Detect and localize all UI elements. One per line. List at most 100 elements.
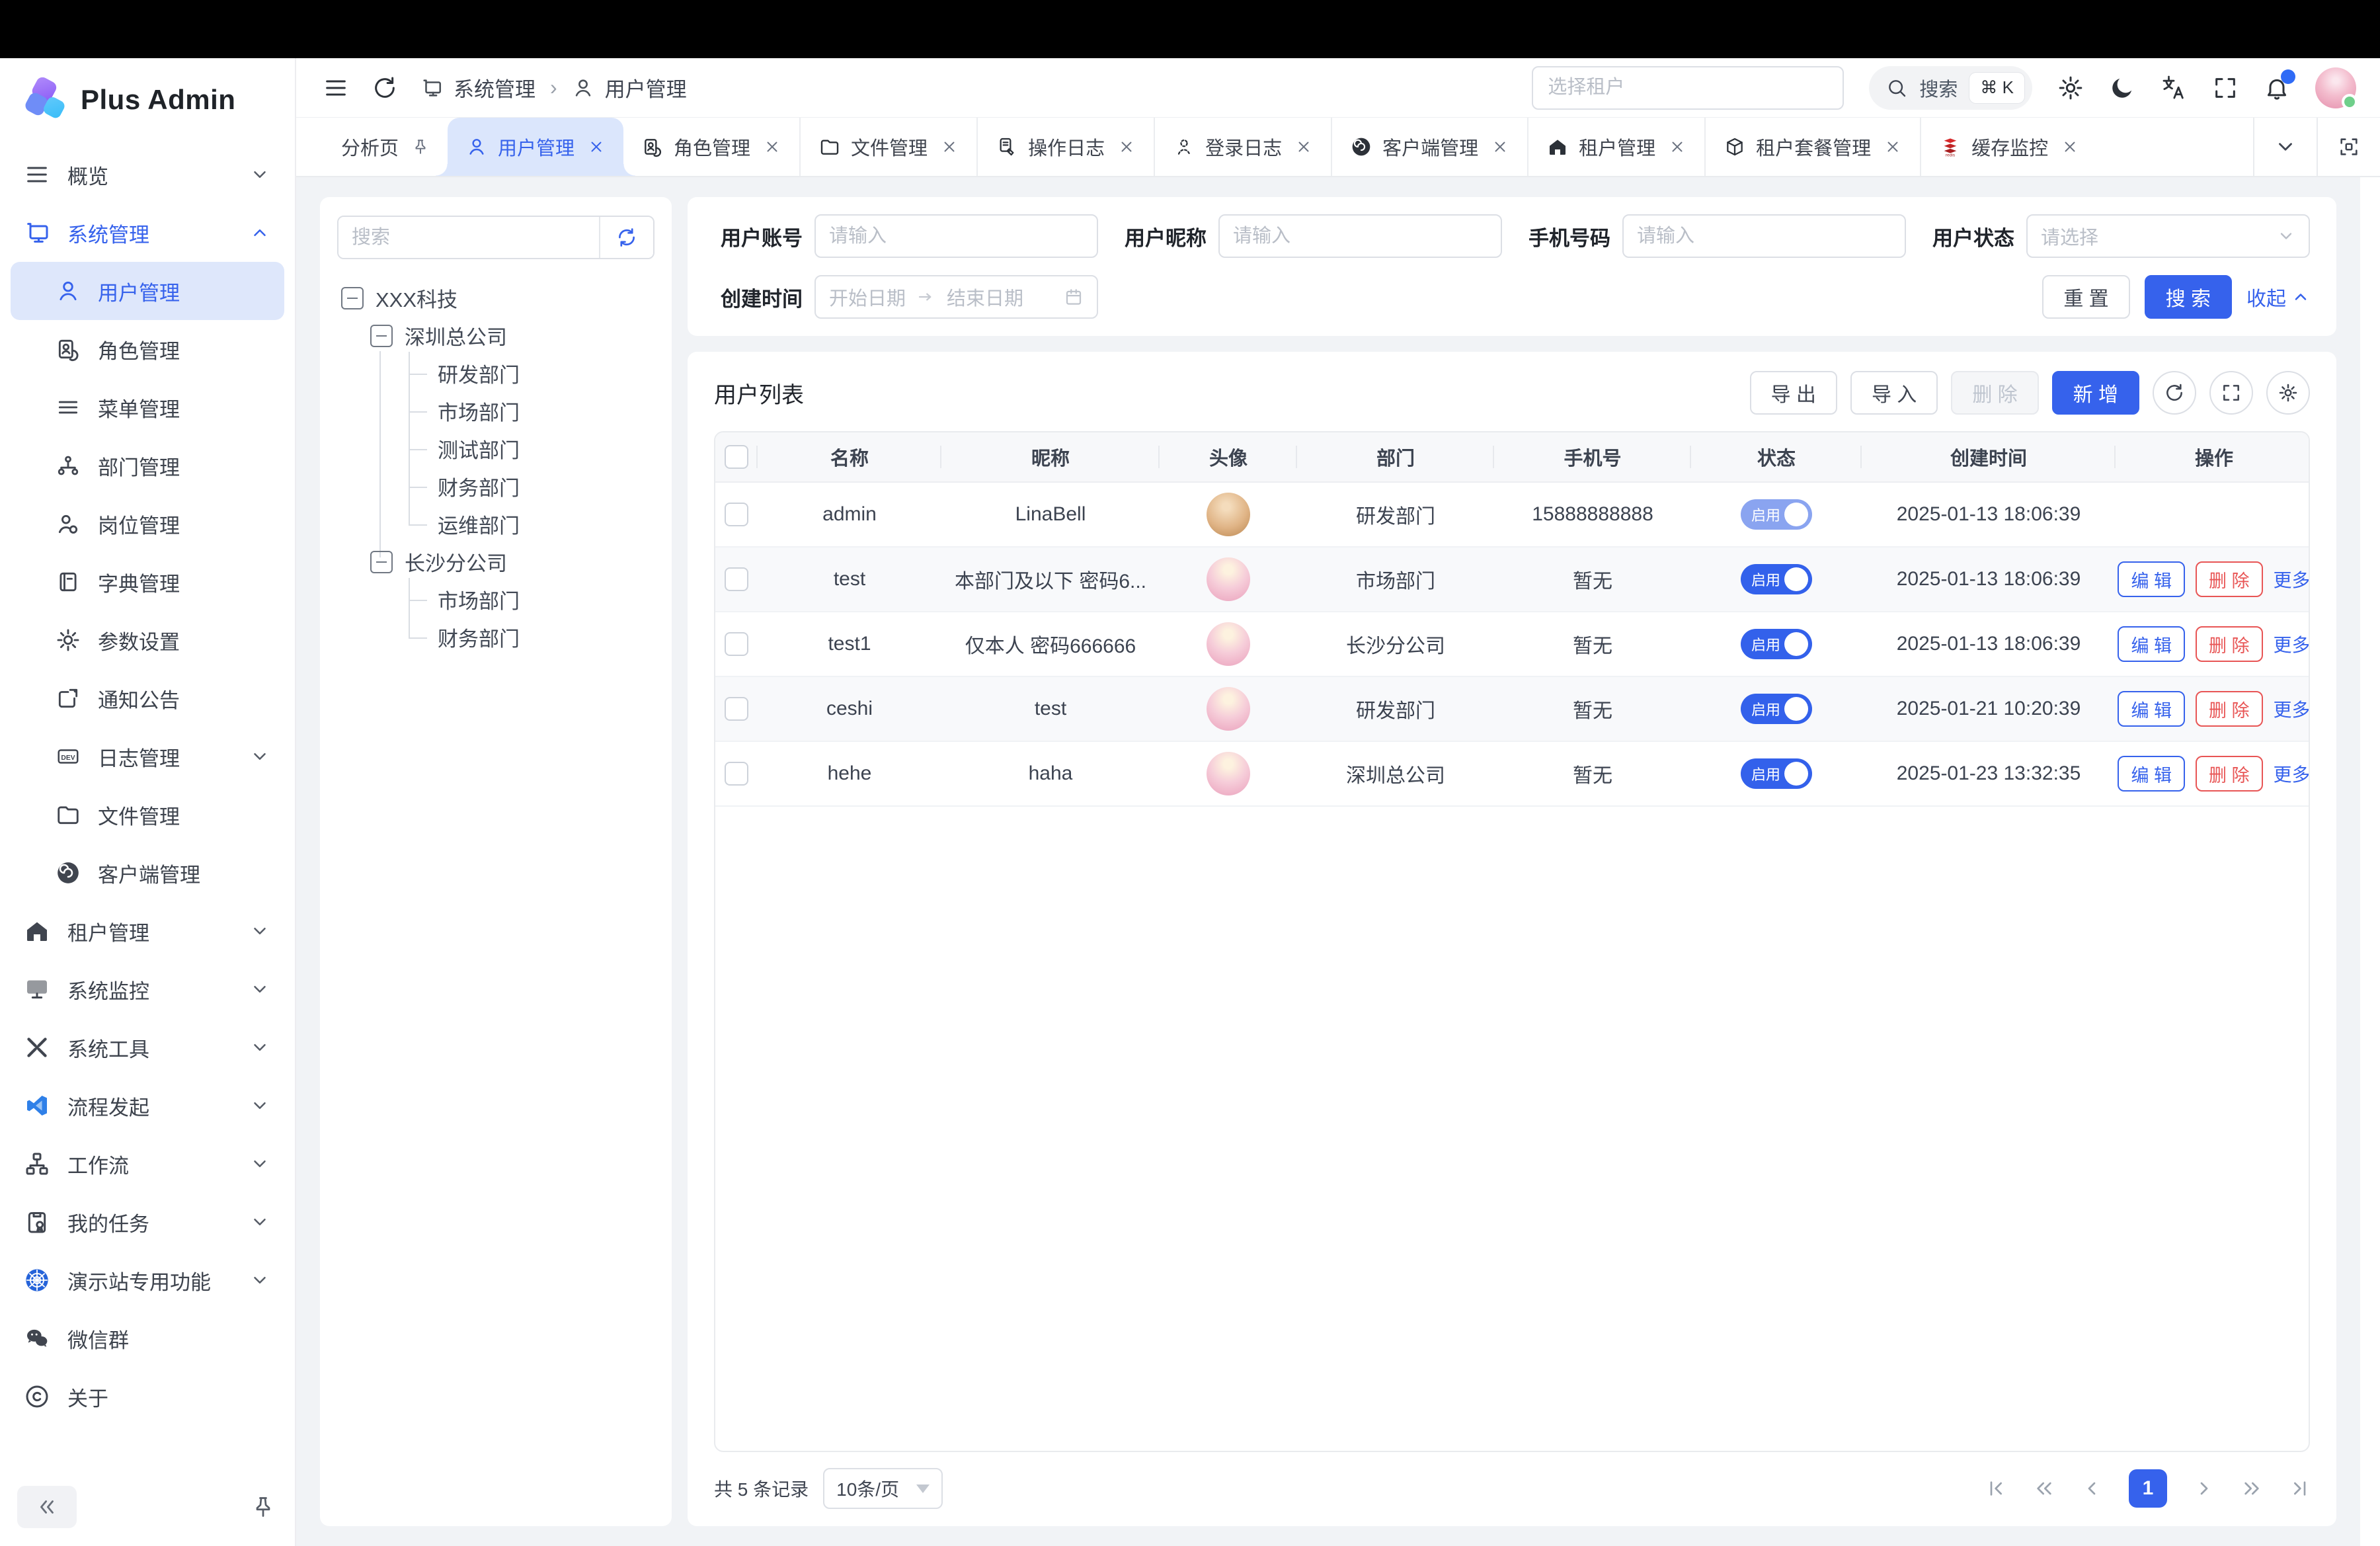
close-icon[interactable]: [2061, 138, 2079, 155]
sidebar-item-tenant-management[interactable]: 租户管理: [11, 902, 284, 960]
sidebar-item-role-management[interactable]: 角色管理: [11, 320, 284, 378]
close-icon[interactable]: [1884, 138, 1901, 155]
collapse-filter-link[interactable]: 收起: [2246, 282, 2310, 311]
tree-node-finance-dept[interactable]: 财务部门: [337, 468, 654, 505]
first-page-button[interactable]: [1986, 1478, 2007, 1499]
sidebar-item-param-settings[interactable]: 参数设置: [11, 611, 284, 669]
close-icon[interactable]: [764, 138, 781, 155]
tab-analysis[interactable]: 分析页: [323, 118, 448, 176]
close-icon[interactable]: [1491, 138, 1509, 155]
tab-role-management[interactable]: 角色管理: [623, 118, 801, 176]
sidebar-item-dept-management[interactable]: 部门管理: [11, 436, 284, 495]
more-button[interactable]: 更多: [2274, 631, 2311, 657]
delete-row-button[interactable]: 删 除: [2196, 561, 2263, 597]
sidebar-collapse-button[interactable]: [17, 1486, 77, 1528]
tree-node-market-dept[interactable]: 市场部门: [337, 392, 654, 430]
status-toggle[interactable]: 启用: [1741, 499, 1812, 530]
sidebar-item-file-management[interactable]: 文件管理: [11, 786, 284, 844]
reset-button[interactable]: 重 置: [2042, 275, 2129, 319]
sidebar-item-dict-management[interactable]: 字典管理: [11, 553, 284, 611]
tab-login-log[interactable]: 登录日志: [1155, 118, 1332, 176]
tree-collapse-icon[interactable]: [370, 551, 393, 573]
tree-node-ops-dept[interactable]: 运维部门: [337, 505, 654, 543]
close-icon[interactable]: [1669, 138, 1686, 155]
sidebar-item-workflow[interactable]: 工作流: [11, 1135, 284, 1193]
sidebar-item-my-tasks[interactable]: 我的任务: [11, 1193, 284, 1251]
tree-node-cs-market-dept[interactable]: 市场部门: [337, 581, 654, 618]
tab-tenant-package-management[interactable]: 租户套餐管理: [1706, 118, 1921, 176]
tabs-dropdown-button[interactable]: [2253, 118, 2317, 176]
last-page-button[interactable]: [2289, 1478, 2310, 1499]
sidebar-item-system-management[interactable]: 系统管理: [11, 204, 284, 262]
sidebar-item-about[interactable]: 关于: [11, 1367, 284, 1426]
row-checkbox[interactable]: [725, 503, 748, 526]
tree-node-test-dept[interactable]: 测试部门: [337, 430, 654, 468]
delete-button[interactable]: 删 除: [1951, 371, 2038, 415]
sidebar-item-post-management[interactable]: 岗位管理: [11, 495, 284, 553]
translate-icon[interactable]: [2161, 75, 2187, 101]
add-button[interactable]: 新 增: [2052, 371, 2139, 415]
sidebar-item-user-management[interactable]: 用户管理: [11, 262, 284, 320]
date-range-picker[interactable]: 开始日期 结束日期: [814, 275, 1098, 319]
fullscreen-icon[interactable]: [2212, 75, 2239, 101]
close-icon[interactable]: [941, 138, 958, 155]
row-checkbox[interactable]: [725, 567, 748, 591]
export-button[interactable]: 导 出: [1750, 371, 1837, 415]
more-button[interactable]: 更多: [2274, 566, 2311, 592]
global-search-button[interactable]: 搜索 ⌘ K: [1869, 66, 2032, 110]
tab-cache-monitor[interactable]: redis 缓存监控: [1921, 118, 2097, 176]
pin-icon[interactable]: [251, 1495, 275, 1519]
delete-row-button[interactable]: 删 除: [2196, 626, 2263, 662]
tree-node-changsha-branch[interactable]: 长沙分公司: [337, 543, 654, 581]
breadcrumb-item[interactable]: 系统管理: [454, 73, 536, 102]
page-size-select[interactable]: 10条/页: [823, 1468, 943, 1509]
edit-button[interactable]: 编 辑: [2118, 561, 2185, 597]
search-button[interactable]: 搜 索: [2145, 275, 2232, 319]
sidebar-item-notice[interactable]: 通知公告: [11, 669, 284, 727]
forward-5-pages-button[interactable]: [2241, 1478, 2262, 1499]
more-button[interactable]: 更多: [2274, 696, 2311, 722]
delete-row-button[interactable]: 删 除: [2196, 691, 2263, 727]
tree-search-input[interactable]: [338, 217, 599, 258]
status-toggle[interactable]: 启用: [1741, 564, 1812, 594]
sidebar-item-wechat-group[interactable]: 微信群: [11, 1309, 284, 1367]
tab-operation-log[interactable]: 操作日志: [978, 118, 1155, 176]
close-icon[interactable]: [1295, 138, 1312, 155]
tenant-select-input[interactable]: [1532, 66, 1844, 110]
content-fullscreen-button[interactable]: [2317, 118, 2380, 176]
tab-user-management[interactable]: 用户管理: [448, 118, 623, 176]
next-page-button[interactable]: [2194, 1478, 2215, 1499]
pin-icon[interactable]: [412, 138, 429, 155]
account-input[interactable]: [829, 225, 1084, 247]
scrollbar-gutter[interactable]: [2360, 177, 2380, 1546]
tree-refresh-button[interactable]: [599, 217, 653, 258]
table-refresh-button[interactable]: [2153, 371, 2196, 415]
status-toggle[interactable]: 启用: [1741, 629, 1812, 659]
more-button[interactable]: 更多: [2274, 760, 2311, 787]
tree-collapse-icon[interactable]: [370, 325, 393, 347]
delete-row-button[interactable]: 删 除: [2196, 756, 2263, 792]
row-checkbox[interactable]: [725, 697, 748, 721]
row-checkbox[interactable]: [725, 762, 748, 786]
status-toggle[interactable]: 启用: [1741, 694, 1812, 724]
edit-button[interactable]: 编 辑: [2118, 756, 2185, 792]
sidebar-item-overview[interactable]: 概览: [11, 145, 284, 204]
import-button[interactable]: 导 入: [1850, 371, 1938, 415]
tab-file-management[interactable]: 文件管理: [801, 118, 978, 176]
edit-button[interactable]: 编 辑: [2118, 626, 2185, 662]
sidebar-item-log-management[interactable]: DEV 日志管理: [11, 727, 284, 786]
select-all-checkbox[interactable]: [725, 445, 748, 469]
tree-collapse-icon[interactable]: [341, 287, 364, 309]
tab-client-management[interactable]: 客户端管理: [1332, 118, 1528, 176]
avatar[interactable]: [2315, 67, 2356, 108]
tree-node-company[interactable]: XXX科技: [337, 279, 654, 317]
sidebar-item-demo-features[interactable]: 演示站专用功能: [11, 1251, 284, 1309]
notifications-bell-icon[interactable]: [2264, 75, 2290, 101]
status-toggle[interactable]: 启用: [1741, 758, 1812, 789]
back-5-pages-button[interactable]: [2034, 1478, 2055, 1499]
row-checkbox[interactable]: [725, 632, 748, 656]
tree-node-shenzhen-hq[interactable]: 深圳总公司: [337, 317, 654, 354]
sidebar-toggle-icon[interactable]: [323, 75, 349, 101]
tree-node-rd-dept[interactable]: 研发部门: [337, 354, 654, 392]
settings-gear-icon[interactable]: [2057, 75, 2084, 101]
